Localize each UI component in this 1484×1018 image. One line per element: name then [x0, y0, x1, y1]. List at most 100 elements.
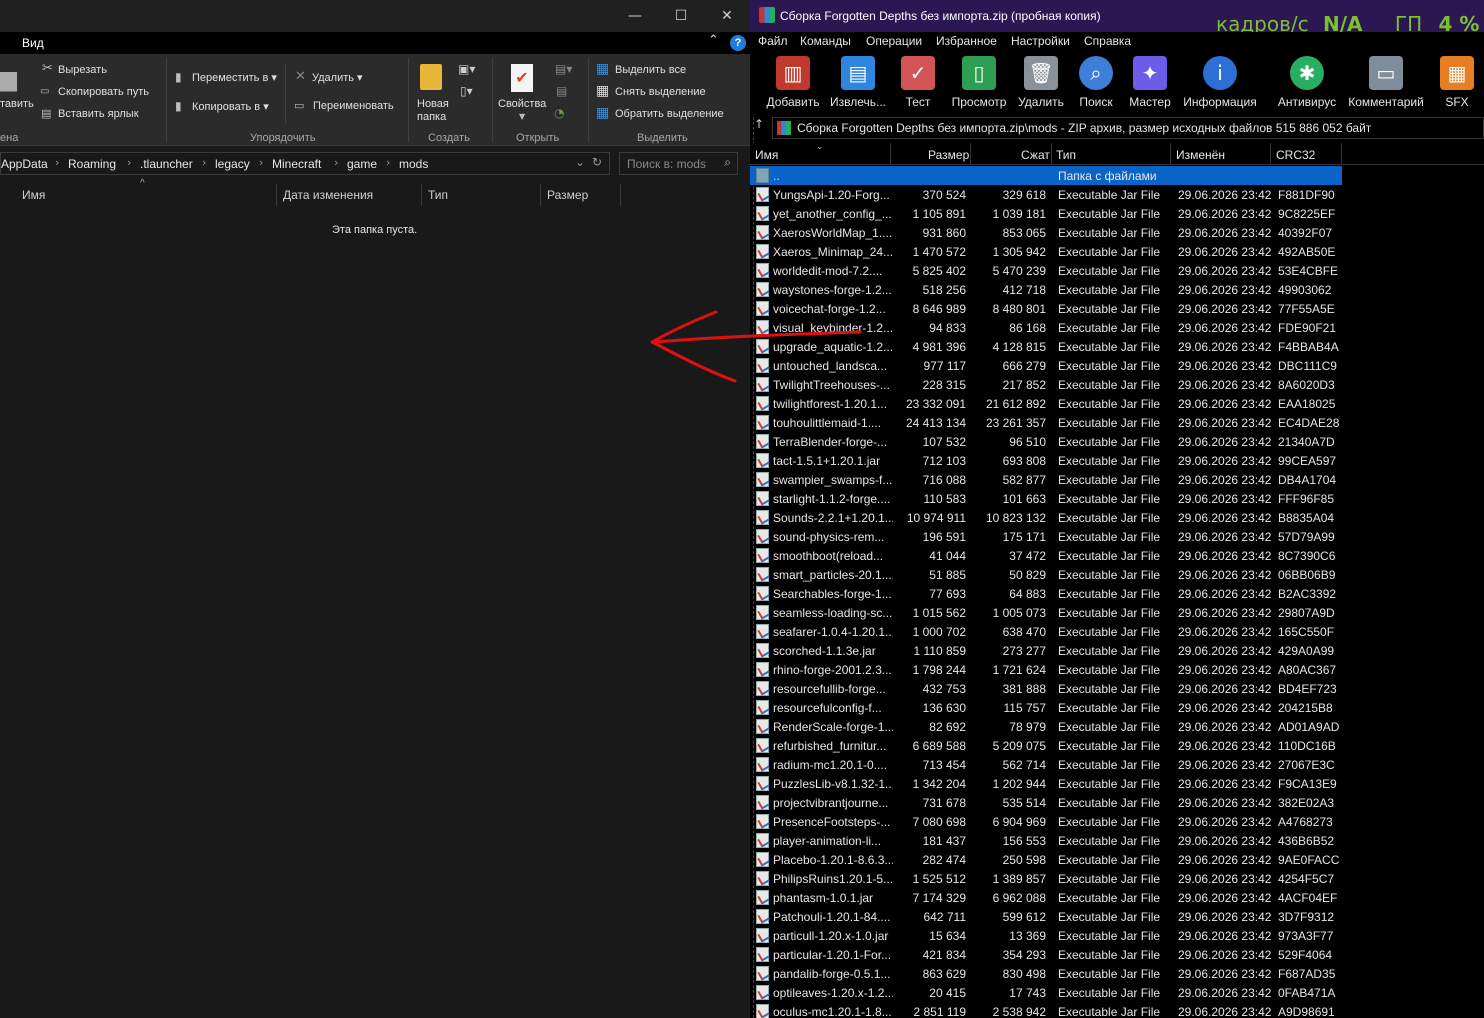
archive-file-row[interactable]: visual_keybinder-1.2... 94 833 86 168 Execu…	[750, 318, 1342, 337]
archive-file-row[interactable]: seamless-loading-sc... 1 015 562 1 005 073…	[750, 603, 1342, 622]
add-button[interactable]: ▥ Добавить	[766, 56, 820, 109]
sfx-button[interactable]: ▦ SFX	[1438, 56, 1476, 109]
open-icon[interactable]: ▤▾	[555, 62, 572, 76]
archive-file-row[interactable]: Patchouli-1.20.1-84.... 642 711 599 612 Exe…	[750, 907, 1342, 926]
new-folder-label-1[interactable]: Новая	[417, 98, 449, 110]
archive-file-row[interactable]: phantasm-1.0.1.jar 7 174 329 6 962 088 Exec…	[750, 888, 1342, 907]
breadcrumb-item[interactable]: legacy	[215, 157, 250, 171]
up-folder-icon[interactable]: ↑	[754, 117, 768, 139]
archive-file-row[interactable]: PhilipsRuins1.20.1-5.... 1 525 512 1 389 8…	[750, 869, 1342, 888]
cut-button[interactable]: Вырезать	[58, 64, 107, 76]
column-modified[interactable]: Изменён	[1176, 148, 1225, 162]
archive-file-row[interactable]: optileaves-1.20.x-1.2... 20 415 17 743 Exec…	[750, 983, 1342, 1002]
archive-file-row[interactable]: smart_particles-20.1.... 51 885 50 829 Exec…	[750, 565, 1342, 584]
archive-file-row[interactable]: particull-1.20.x-1.0.jar 15 634 13 369 Exec…	[750, 926, 1342, 945]
copy-to-button[interactable]: Копировать в ▾	[192, 100, 269, 113]
archive-file-row[interactable]: resourcefulconfig-f... 136 630 115 757 Exec…	[750, 698, 1342, 717]
antivirus-button[interactable]: ✱ Антивирус	[1275, 56, 1339, 109]
invert-selection-button[interactable]: Обратить выделение	[615, 108, 724, 120]
column-date[interactable]: Дата изменения	[283, 188, 373, 202]
address-bar[interactable]: AppData › Roaming › .tlauncher › legacy …	[0, 152, 610, 175]
breadcrumb-item[interactable]: .tlauncher	[140, 157, 193, 171]
breadcrumb-item[interactable]: AppData	[1, 157, 48, 171]
easy-access-icon[interactable]: ▯▾	[460, 84, 473, 98]
wizard-button[interactable]: ✦ Мастер	[1128, 56, 1172, 109]
column-divider[interactable]	[421, 184, 422, 206]
column-divider[interactable]	[276, 184, 277, 206]
copy-path-button[interactable]: Скопировать путь	[58, 86, 149, 98]
menu-file[interactable]: Файл	[758, 34, 788, 48]
archive-file-row[interactable]: Placebo-1.20.1-8.6.3... 282 474 250 598 Exe…	[750, 850, 1342, 869]
menu-operations[interactable]: Операции	[866, 34, 922, 48]
extract-button[interactable]: ▤ Извлечь...	[826, 56, 890, 109]
parent-folder-row[interactable]: .. Папка с файлами	[750, 166, 1342, 185]
archive-file-row[interactable]: voicechat-forge-1.2... 8 646 989 8 480 801…	[750, 299, 1342, 318]
column-crc[interactable]: CRC32	[1276, 148, 1315, 162]
archive-file-row[interactable]: Sounds-2.2.1+1.20.1... 10 974 911 10 823 1…	[750, 508, 1342, 527]
new-folder-label-2[interactable]: папка	[417, 111, 446, 123]
archive-file-row[interactable]: upgrade_aquatic-1.2... 4 981 396 4 128 815…	[750, 337, 1342, 356]
archive-file-row[interactable]: Searchables-forge-1... 77 693 64 883 Execut…	[750, 584, 1342, 603]
select-none-button[interactable]: Снять выделение	[615, 86, 706, 98]
move-to-button[interactable]: Переместить в ▾	[192, 71, 277, 84]
breadcrumb-item[interactable]: mods	[399, 157, 428, 171]
history-icon[interactable]: ◔	[554, 106, 564, 120]
archive-file-row[interactable]: particular-1.20.1-For... 421 834 354 293 Ex…	[750, 945, 1342, 964]
archive-file-row[interactable]: PresenceFootsteps-... 7 080 698 6 904 969 E…	[750, 812, 1342, 831]
archive-file-row[interactable]: RenderScale-forge-1... 82 692 78 979 Execut…	[750, 717, 1342, 736]
archive-file-row[interactable]: touhoulittlemaid-1.... 24 413 134 23 261 3…	[750, 413, 1342, 432]
test-button[interactable]: ✓ Тест	[898, 56, 938, 109]
archive-file-row[interactable]: player-animation-li... 181 437 156 553 Exec…	[750, 831, 1342, 850]
comment-button[interactable]: ▭ Комментарий	[1346, 56, 1426, 109]
archive-file-row[interactable]: TerraBlender-forge-... 107 532 96 510 Execu…	[750, 432, 1342, 451]
properties-button[interactable]: Свойства	[498, 98, 546, 110]
menu-favorites[interactable]: Избранное	[936, 34, 997, 48]
select-all-button[interactable]: Выделить все	[615, 64, 686, 76]
column-divider[interactable]	[890, 143, 891, 165]
delete-button[interactable]: 🗑 Удалить	[1016, 56, 1066, 109]
archive-file-row[interactable]: YungsApi-1.20-Forg... 370 524 329 618 Execu…	[750, 185, 1342, 204]
archive-file-row[interactable]: twilightforest-1.20.1... 23 332 091 21 612…	[750, 394, 1342, 413]
info-button[interactable]: i Информация	[1182, 56, 1258, 109]
breadcrumb-item[interactable]: Roaming	[68, 157, 116, 171]
minimize-icon[interactable]: —	[612, 0, 658, 32]
column-divider[interactable]	[1341, 143, 1342, 165]
menu-help[interactable]: Справка	[1084, 34, 1131, 48]
column-name[interactable]: Имя	[755, 148, 778, 162]
archive-file-row[interactable]: scorched-1.1.3e.jar 1 110 859 273 277 Execu…	[750, 641, 1342, 660]
archive-file-row[interactable]: rhino-forge-2001.2.3... 1 798 244 1 721 62…	[750, 660, 1342, 679]
help-icon[interactable]: ?	[730, 35, 746, 51]
column-size[interactable]: Размер	[928, 148, 969, 162]
refresh-icon[interactable]: ↻	[592, 155, 602, 169]
breadcrumb-item[interactable]: game	[347, 157, 377, 171]
archive-file-row[interactable]: untouched_landsca... 977 117 666 279 Execut…	[750, 356, 1342, 375]
view-button[interactable]: ▯ Просмотр	[948, 56, 1010, 109]
archive-file-row[interactable]: smoothboot(reload... 41 044 37 472 Executab…	[750, 546, 1342, 565]
column-divider[interactable]	[620, 184, 621, 206]
close-icon[interactable]: ✕	[704, 0, 750, 32]
column-size[interactable]: Размер	[547, 188, 588, 202]
breadcrumb-item[interactable]: Minecraft	[272, 157, 321, 171]
column-type[interactable]: Тип	[1056, 148, 1076, 162]
archive-file-row[interactable]: resourcefullib-forge... 432 753 381 888 Exe…	[750, 679, 1342, 698]
column-divider[interactable]	[1170, 143, 1171, 165]
maximize-icon[interactable]: ☐	[658, 0, 704, 32]
menu-settings[interactable]: Настройки	[1011, 34, 1070, 48]
archive-file-row[interactable]: oculus-mc1.20.1-1.8... 2 851 119 2 538 942…	[750, 1002, 1342, 1018]
column-divider[interactable]	[1270, 143, 1271, 165]
archive-file-row[interactable]: worldedit-mod-7.2.... 5 825 402 5 470 239 E…	[750, 261, 1342, 280]
archive-file-row[interactable]: seafarer-1.0.4-1.20.1... 1 000 702 638 470…	[750, 622, 1342, 641]
tab-view[interactable]: Вид	[22, 36, 44, 50]
archive-file-row[interactable]: XaerosWorldMap_1.... 931 860 853 065 Execut…	[750, 223, 1342, 242]
search-input[interactable]: Поиск в: mods ⌕	[619, 152, 738, 175]
archive-file-row[interactable]: refurbished_furnitur... 6 689 588 5 209 07…	[750, 736, 1342, 755]
archive-file-row[interactable]: projectvibrantjourne... 731 678 535 514 Exe…	[750, 793, 1342, 812]
edit-icon[interactable]: ▤	[556, 84, 567, 98]
archive-file-row[interactable]: waystones-forge-1.2... 518 256 412 718 Exec…	[750, 280, 1342, 299]
menu-commands[interactable]: Команды	[800, 34, 851, 48]
address-dropdown-icon[interactable]: ⌄	[575, 155, 585, 169]
paste-button[interactable]: тавить	[0, 98, 34, 110]
archive-file-row[interactable]: yet_another_config_... 1 105 891 1 039 181…	[750, 204, 1342, 223]
properties-dropdown-icon[interactable]: ▼	[519, 110, 525, 124]
rename-button[interactable]: Переименовать	[313, 100, 394, 112]
